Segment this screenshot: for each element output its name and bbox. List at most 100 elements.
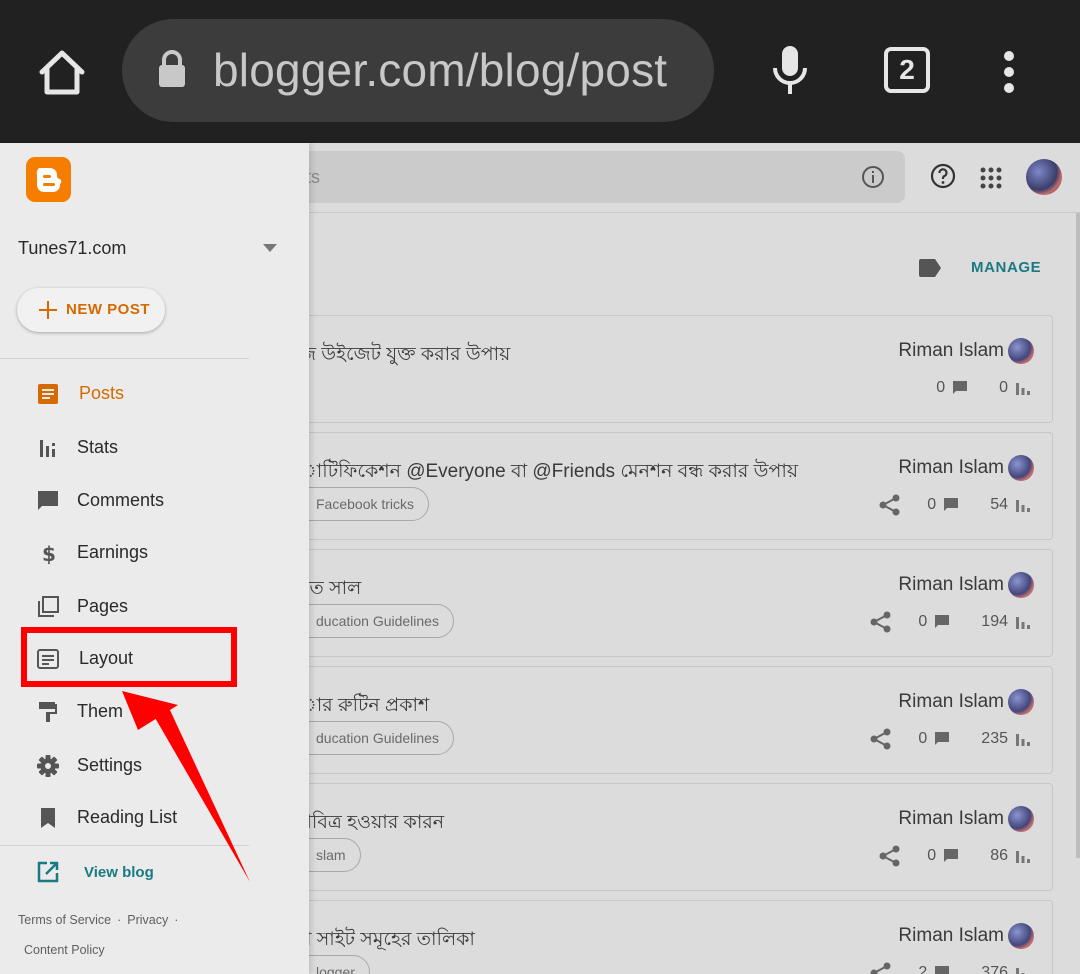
url-text[interactable]: blogger.com/blog/post bbox=[213, 43, 667, 97]
tab-switcher-icon[interactable]: 2 bbox=[884, 47, 930, 93]
account-avatar[interactable] bbox=[1026, 159, 1062, 195]
comment-count: 0 bbox=[918, 613, 928, 630]
stats-icon bbox=[1016, 383, 1030, 395]
view-count: 0 bbox=[999, 379, 1008, 396]
post-author: Riman Islam bbox=[898, 457, 1004, 478]
more-vert-icon[interactable] bbox=[1000, 50, 1018, 94]
stats-icon bbox=[1016, 617, 1030, 629]
home-icon[interactable] bbox=[36, 46, 88, 98]
post-card[interactable]: াটিফিকেশন @Everyone বা @Friends মেনশন বন… bbox=[250, 432, 1053, 540]
nav-item-reading-list[interactable]: Reading List bbox=[0, 796, 249, 840]
content-policy-link[interactable]: Content Policy bbox=[24, 943, 105, 957]
post-stats: 2 376 bbox=[870, 961, 1032, 974]
author-avatar bbox=[1008, 455, 1034, 481]
nav-item-settings[interactable]: Settings bbox=[0, 744, 249, 788]
nav-item-label: Stats bbox=[77, 437, 119, 457]
manage-labels-button[interactable]: MANAGE bbox=[971, 259, 1041, 276]
view-count: 235 bbox=[981, 730, 1008, 747]
divider bbox=[0, 358, 249, 359]
stats-icon bbox=[40, 440, 55, 457]
comment-count: 2 bbox=[918, 964, 928, 974]
nav-item-earnings[interactable]: $ Earnings bbox=[0, 531, 249, 575]
post-title[interactable]: গ সাইট সমূহের তালিকা bbox=[299, 925, 475, 957]
stats-icon bbox=[1016, 968, 1025, 974]
comment-count: 0 bbox=[927, 847, 937, 864]
post-stats: 0 86 bbox=[879, 844, 1032, 868]
author-avatar bbox=[1008, 806, 1034, 832]
help-icon[interactable] bbox=[930, 163, 956, 189]
view-count: 86 bbox=[990, 847, 1008, 864]
nav-item-theme[interactable]: Them bbox=[0, 690, 249, 734]
terms-link[interactable]: Terms of Service bbox=[18, 913, 111, 927]
dollar-icon: $ bbox=[42, 542, 56, 565]
navigation-drawer: Tunes71.com NEW POST Posts Stats Comment… bbox=[0, 143, 309, 974]
post-title[interactable]: পবিত্র হওয়ার কারন bbox=[299, 808, 444, 840]
separator-dot: · bbox=[117, 913, 122, 927]
nav-item-label: Reading List bbox=[77, 807, 178, 827]
separator-dot: · bbox=[174, 913, 179, 927]
mic-icon[interactable] bbox=[770, 44, 810, 98]
post-card[interactable]: গ সাইট সমূহের তালিকা logger Riman Islam … bbox=[250, 900, 1053, 974]
nav-item-label: Comments bbox=[77, 490, 165, 510]
author-avatar bbox=[1008, 923, 1034, 949]
stats-icon bbox=[1016, 851, 1030, 863]
comment-icon bbox=[953, 381, 968, 394]
comment-count: 0 bbox=[936, 379, 946, 396]
info-icon[interactable] bbox=[861, 165, 885, 189]
comment-icon bbox=[944, 849, 959, 862]
comment-count: 0 bbox=[927, 496, 937, 513]
open-in-new-icon bbox=[37, 861, 59, 883]
nav-item-posts[interactable]: Posts bbox=[0, 372, 249, 416]
post-title[interactable]: ার রুটিন প্রকাশ bbox=[299, 691, 429, 723]
post-title[interactable]: জ উইজেট যুক্ত করার উপায় bbox=[299, 340, 510, 372]
nav-item-label: Posts bbox=[79, 383, 125, 403]
comment-icon bbox=[935, 732, 950, 745]
post-card[interactable]: ার রুটিন প্রকাশ ducation Guidelines Rima… bbox=[250, 666, 1053, 774]
nav-item-label: Earnings bbox=[77, 542, 149, 562]
author-avatar bbox=[1008, 572, 1034, 598]
comments-icon bbox=[38, 491, 58, 510]
share-icon[interactable] bbox=[870, 611, 892, 633]
browser-toolbar: blogger.com/blog/post 2 bbox=[0, 0, 1080, 143]
privacy-link[interactable]: Privacy bbox=[127, 913, 168, 927]
share-icon[interactable] bbox=[879, 494, 901, 516]
share-icon[interactable] bbox=[870, 962, 892, 974]
post-author: Riman Islam bbox=[898, 691, 1004, 712]
comment-icon bbox=[944, 498, 959, 511]
nav-item-comments[interactable]: Comments bbox=[0, 479, 249, 523]
view-count: 376 bbox=[981, 964, 1008, 974]
nav-item-label: Pages bbox=[77, 596, 129, 616]
footer-links: Terms of Service · Privacy · Content Policy bbox=[18, 905, 258, 965]
post-title[interactable]: াটিফিকেশন @Everyone বা @Friends মেনশন বন… bbox=[299, 457, 798, 489]
share-icon[interactable] bbox=[870, 728, 892, 750]
view-blog-link[interactable]: View blog bbox=[0, 850, 249, 894]
apps-icon[interactable] bbox=[980, 167, 1002, 189]
chevron-down-icon[interactable] bbox=[262, 243, 278, 253]
nav-item-pages[interactable]: Pages bbox=[0, 585, 249, 629]
author-avatar bbox=[1008, 338, 1034, 364]
post-stats: 0 235 bbox=[870, 727, 1032, 751]
address-bar[interactable]: blogger.com/blog/post bbox=[122, 19, 714, 122]
search-input[interactable]: ts bbox=[280, 151, 905, 203]
scrollbar[interactable] bbox=[1076, 213, 1080, 858]
post-author: Riman Islam bbox=[898, 808, 1004, 829]
blogger-logo[interactable] bbox=[26, 157, 71, 202]
share-icon[interactable] bbox=[879, 845, 901, 867]
new-post-button[interactable]: NEW POST bbox=[17, 288, 165, 332]
post-card[interactable]: পবিত্র হওয়ার কারন slam Riman Islam 0 86 bbox=[250, 783, 1053, 891]
stats-icon bbox=[1016, 734, 1030, 746]
post-card[interactable]: মৃত সাল ducation Guidelines Riman Islam … bbox=[250, 549, 1053, 657]
view-blog-label: View blog bbox=[84, 864, 154, 881]
svg-text:$: $ bbox=[42, 542, 56, 565]
post-author: Riman Islam bbox=[898, 925, 1004, 946]
blog-selector[interactable]: Tunes71.com bbox=[18, 238, 126, 259]
posts-icon bbox=[38, 384, 58, 404]
pages-icon bbox=[38, 596, 59, 617]
stats-icon bbox=[1016, 500, 1030, 512]
highlight-box bbox=[21, 627, 237, 687]
nav-item-label: Them bbox=[77, 701, 124, 721]
label-icon bbox=[919, 259, 941, 277]
post-card[interactable]: জ উইজেট যুক্ত করার উপায় Riman Islam 0 0 bbox=[250, 315, 1053, 423]
divider bbox=[0, 845, 249, 846]
nav-item-stats[interactable]: Stats bbox=[0, 426, 249, 470]
